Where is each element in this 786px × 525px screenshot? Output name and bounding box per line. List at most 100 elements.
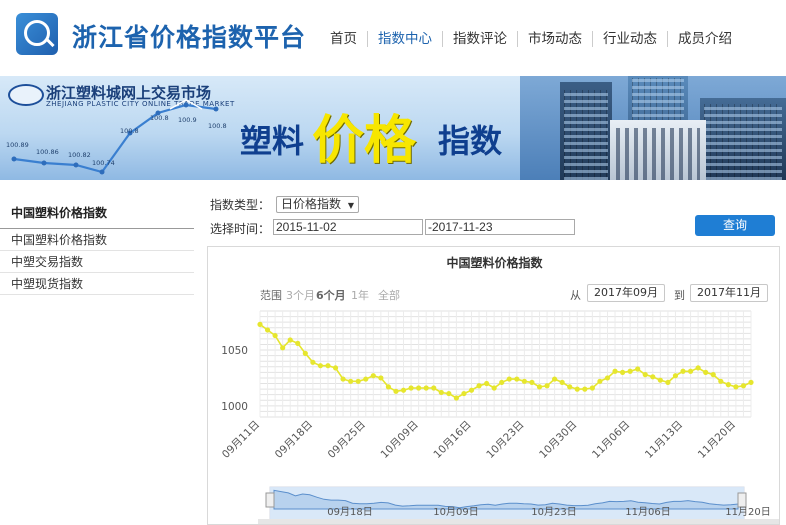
data-point xyxy=(740,383,747,389)
y-tick-label: 1050 xyxy=(221,345,248,357)
data-point xyxy=(597,378,603,384)
data-point xyxy=(348,378,354,384)
query-button[interactable]: 查询 xyxy=(695,215,775,236)
nav-market-news[interactable]: 市场动态 xyxy=(517,31,592,47)
banner-building xyxy=(700,98,786,180)
data-point xyxy=(635,366,641,372)
data-point xyxy=(506,376,512,382)
data-point xyxy=(295,340,301,346)
banner-mini-label: 100.86 xyxy=(36,148,59,156)
banner-mini-label: 100.89 xyxy=(6,141,29,149)
data-point xyxy=(484,380,490,387)
banner-mini-chart: 100.89 100.86 100.82 100.74 100.8 100.8 … xyxy=(6,99,227,175)
data-point xyxy=(695,365,701,371)
sidebar: 中国塑料价格指数 中国塑料价格指数 中塑交易指数 中塑现货指数 xyxy=(0,195,194,295)
data-point xyxy=(325,363,331,369)
x-tick-label: 11月13日 xyxy=(643,419,685,461)
navigator-tick-label: 10月09日 xyxy=(433,506,478,518)
data-point xyxy=(416,385,422,391)
data-point xyxy=(642,372,648,378)
data-point xyxy=(529,379,535,386)
chart-panel: 中国塑料价格指数 范围 3个月 6个月 1年 全部 从 2017年09月 到 2… xyxy=(207,246,780,525)
data-point xyxy=(672,373,679,379)
x-tick-label: 11月20日 xyxy=(696,419,738,461)
banner-headline-mid: 价格 xyxy=(312,111,417,171)
index-type-select[interactable]: 日价格指数 ▼ xyxy=(276,196,359,213)
data-point xyxy=(544,383,550,389)
data-point xyxy=(521,378,527,384)
data-point xyxy=(476,383,482,389)
x-tick-label: 10月30日 xyxy=(537,419,579,461)
data-point xyxy=(665,379,671,386)
data-point xyxy=(408,385,414,391)
x-tick-label: 10月23日 xyxy=(484,419,526,461)
nav-index-comments[interactable]: 指数评论 xyxy=(442,31,517,47)
data-point xyxy=(423,385,429,391)
y-tick-label: 1000 xyxy=(221,401,248,413)
data-point xyxy=(400,387,407,393)
banner-building xyxy=(610,120,706,180)
start-date-input[interactable]: 2015-11-02 xyxy=(273,219,423,235)
site-title[interactable]: 浙江省价格指数平台 xyxy=(72,18,306,54)
x-tick-label: 09月11日 xyxy=(220,419,262,461)
sidebar-item-plastic-price-index[interactable]: 中国塑料价格指数 xyxy=(0,229,194,251)
navigator-left-handle[interactable] xyxy=(265,492,275,508)
nav-industry-news[interactable]: 行业动态 xyxy=(592,31,667,47)
nav-members[interactable]: 成员介绍 xyxy=(667,31,742,47)
dropdown-arrow-icon: ▼ xyxy=(347,201,354,210)
banner-mini-label: 100.9 xyxy=(178,116,197,124)
x-tick-label: 11月06日 xyxy=(590,419,632,461)
data-point xyxy=(287,337,293,343)
data-point xyxy=(280,345,286,351)
data-point xyxy=(393,388,399,394)
banner-headline-right: 指数 xyxy=(438,122,503,160)
data-point xyxy=(567,384,573,390)
data-point xyxy=(748,379,754,386)
line-chart: 10001050 09月11日 09月18日 09月25日 10月09日 10月16日 1… xyxy=(220,310,779,524)
data-point xyxy=(378,375,384,381)
nav-home[interactable]: 首页 xyxy=(320,31,367,47)
banner-mini-label: 100.8 xyxy=(150,114,169,122)
data-point xyxy=(680,368,686,374)
data-point xyxy=(582,386,588,392)
data-point xyxy=(559,379,565,386)
navigator-tick-label: 10月23日 xyxy=(531,506,576,518)
site-header: 浙江省价格指数平台 首页 指数中心 指数评论 市场动态 行业动态 成员介绍 xyxy=(0,0,786,75)
data-point xyxy=(574,386,580,392)
platform-logo-icon[interactable] xyxy=(16,13,58,55)
navigator-right-handle[interactable] xyxy=(737,492,747,508)
data-point xyxy=(657,377,663,383)
data-point xyxy=(514,376,520,382)
data-point xyxy=(453,395,459,401)
data-point xyxy=(446,390,452,397)
data-point xyxy=(612,368,618,374)
data-point xyxy=(491,385,497,391)
x-tick-label: 10月09日 xyxy=(379,419,421,461)
data-point xyxy=(703,369,709,375)
data-point xyxy=(650,374,656,380)
time-range-label: 选择时间： xyxy=(210,222,271,236)
data-point xyxy=(438,389,444,396)
banner-mini-label: 100.74 xyxy=(92,159,115,167)
filter-bar: 指数类型： 日价格指数 ▼ 选择时间： 2015-11-02 -2017-11-2… xyxy=(205,194,786,242)
sidebar-item-spot-index[interactable]: 中塑现货指数 xyxy=(0,273,194,295)
data-point xyxy=(257,321,263,327)
data-point xyxy=(332,365,339,371)
data-point xyxy=(604,375,611,381)
data-point xyxy=(340,376,346,382)
data-point xyxy=(589,385,595,391)
index-type-label: 指数类型： xyxy=(210,198,271,212)
nav-index-center[interactable]: 指数中心 xyxy=(367,31,442,47)
data-point xyxy=(370,373,376,379)
data-point xyxy=(264,327,271,333)
chart-navigator[interactable]: 09月18日 10月09日 10月23日 11月06日 11月20日 xyxy=(258,486,779,524)
sidebar-heading: 中国塑料价格指数 xyxy=(0,195,194,229)
navigator-scrollbar[interactable] xyxy=(258,519,779,524)
main-nav: 首页 指数中心 指数评论 市场动态 行业动态 成员介绍 xyxy=(320,30,742,48)
data-point xyxy=(718,378,724,384)
end-date-input[interactable]: -2017-11-23 xyxy=(425,219,575,235)
banner-mini-label: 100.82 xyxy=(68,151,91,159)
data-point xyxy=(627,368,633,374)
data-point xyxy=(310,359,316,365)
sidebar-item-trade-index[interactable]: 中塑交易指数 xyxy=(0,251,194,273)
